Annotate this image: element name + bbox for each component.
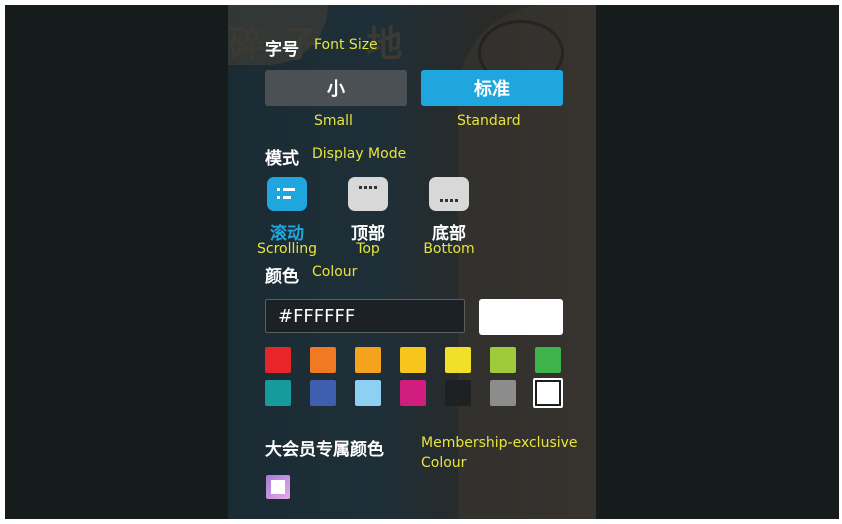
- colour-swatch-magenta[interactable]: [400, 380, 426, 406]
- display-mode-label-en: Display Mode: [312, 146, 407, 162]
- membership-colour-swatch[interactable]: [266, 475, 290, 499]
- colour-label-en: Colour: [312, 264, 358, 280]
- display-mode-label: 模式: [265, 149, 299, 169]
- colour-swatch-gold[interactable]: [400, 347, 426, 373]
- colour-swatch-red[interactable]: [265, 347, 291, 373]
- colour-preview: [479, 299, 563, 335]
- font-size-small-label: 小: [327, 79, 345, 100]
- membership-colour-label-en-1: Membership-exclusive: [421, 435, 578, 451]
- colour-swatch-lime[interactable]: [490, 347, 516, 373]
- colour-swatch-sky[interactable]: [355, 380, 381, 406]
- membership-swatch-inner: [271, 480, 285, 494]
- font-size-small-caption: Small: [314, 113, 353, 129]
- bottom-mode-icon[interactable]: [429, 177, 469, 211]
- colour-swatch-black[interactable]: [445, 380, 471, 406]
- colour-swatch-blue[interactable]: [310, 380, 336, 406]
- colour-swatch-orange[interactable]: [310, 347, 336, 373]
- danmaku-settings-panel: 碎子 地 字号 Font Size 小 标准 Small Standard 模式…: [228, 5, 596, 519]
- colour-swatch-teal[interactable]: [265, 380, 291, 406]
- colour-swatch-amber[interactable]: [355, 347, 381, 373]
- membership-colour-label-en-2: Colour: [421, 455, 467, 471]
- mode-top-caption: Top: [356, 241, 380, 257]
- font-size-label-en: Font Size: [314, 37, 378, 53]
- font-size-standard-label: 标准: [474, 79, 510, 100]
- colour-hex-input[interactable]: [265, 299, 465, 333]
- mode-scrolling-caption: Scrolling: [256, 241, 318, 257]
- font-size-small-button[interactable]: 小: [265, 70, 407, 106]
- mode-bottom-caption: Bottom: [423, 241, 475, 257]
- scrolling-mode-icon[interactable]: [267, 177, 307, 211]
- font-size-label: 字号: [265, 40, 299, 60]
- colour-label: 颜色: [265, 267, 299, 287]
- colour-swatch-yellow[interactable]: [445, 347, 471, 373]
- colour-swatch-green[interactable]: [535, 347, 561, 373]
- colour-swatch-grey[interactable]: [490, 380, 516, 406]
- colour-swatch-white[interactable]: [533, 378, 563, 408]
- membership-colour-label: 大会员专属颜色: [265, 440, 384, 460]
- font-size-standard-caption: Standard: [457, 113, 521, 129]
- font-size-standard-button[interactable]: 标准: [421, 70, 563, 106]
- top-mode-icon[interactable]: [348, 177, 388, 211]
